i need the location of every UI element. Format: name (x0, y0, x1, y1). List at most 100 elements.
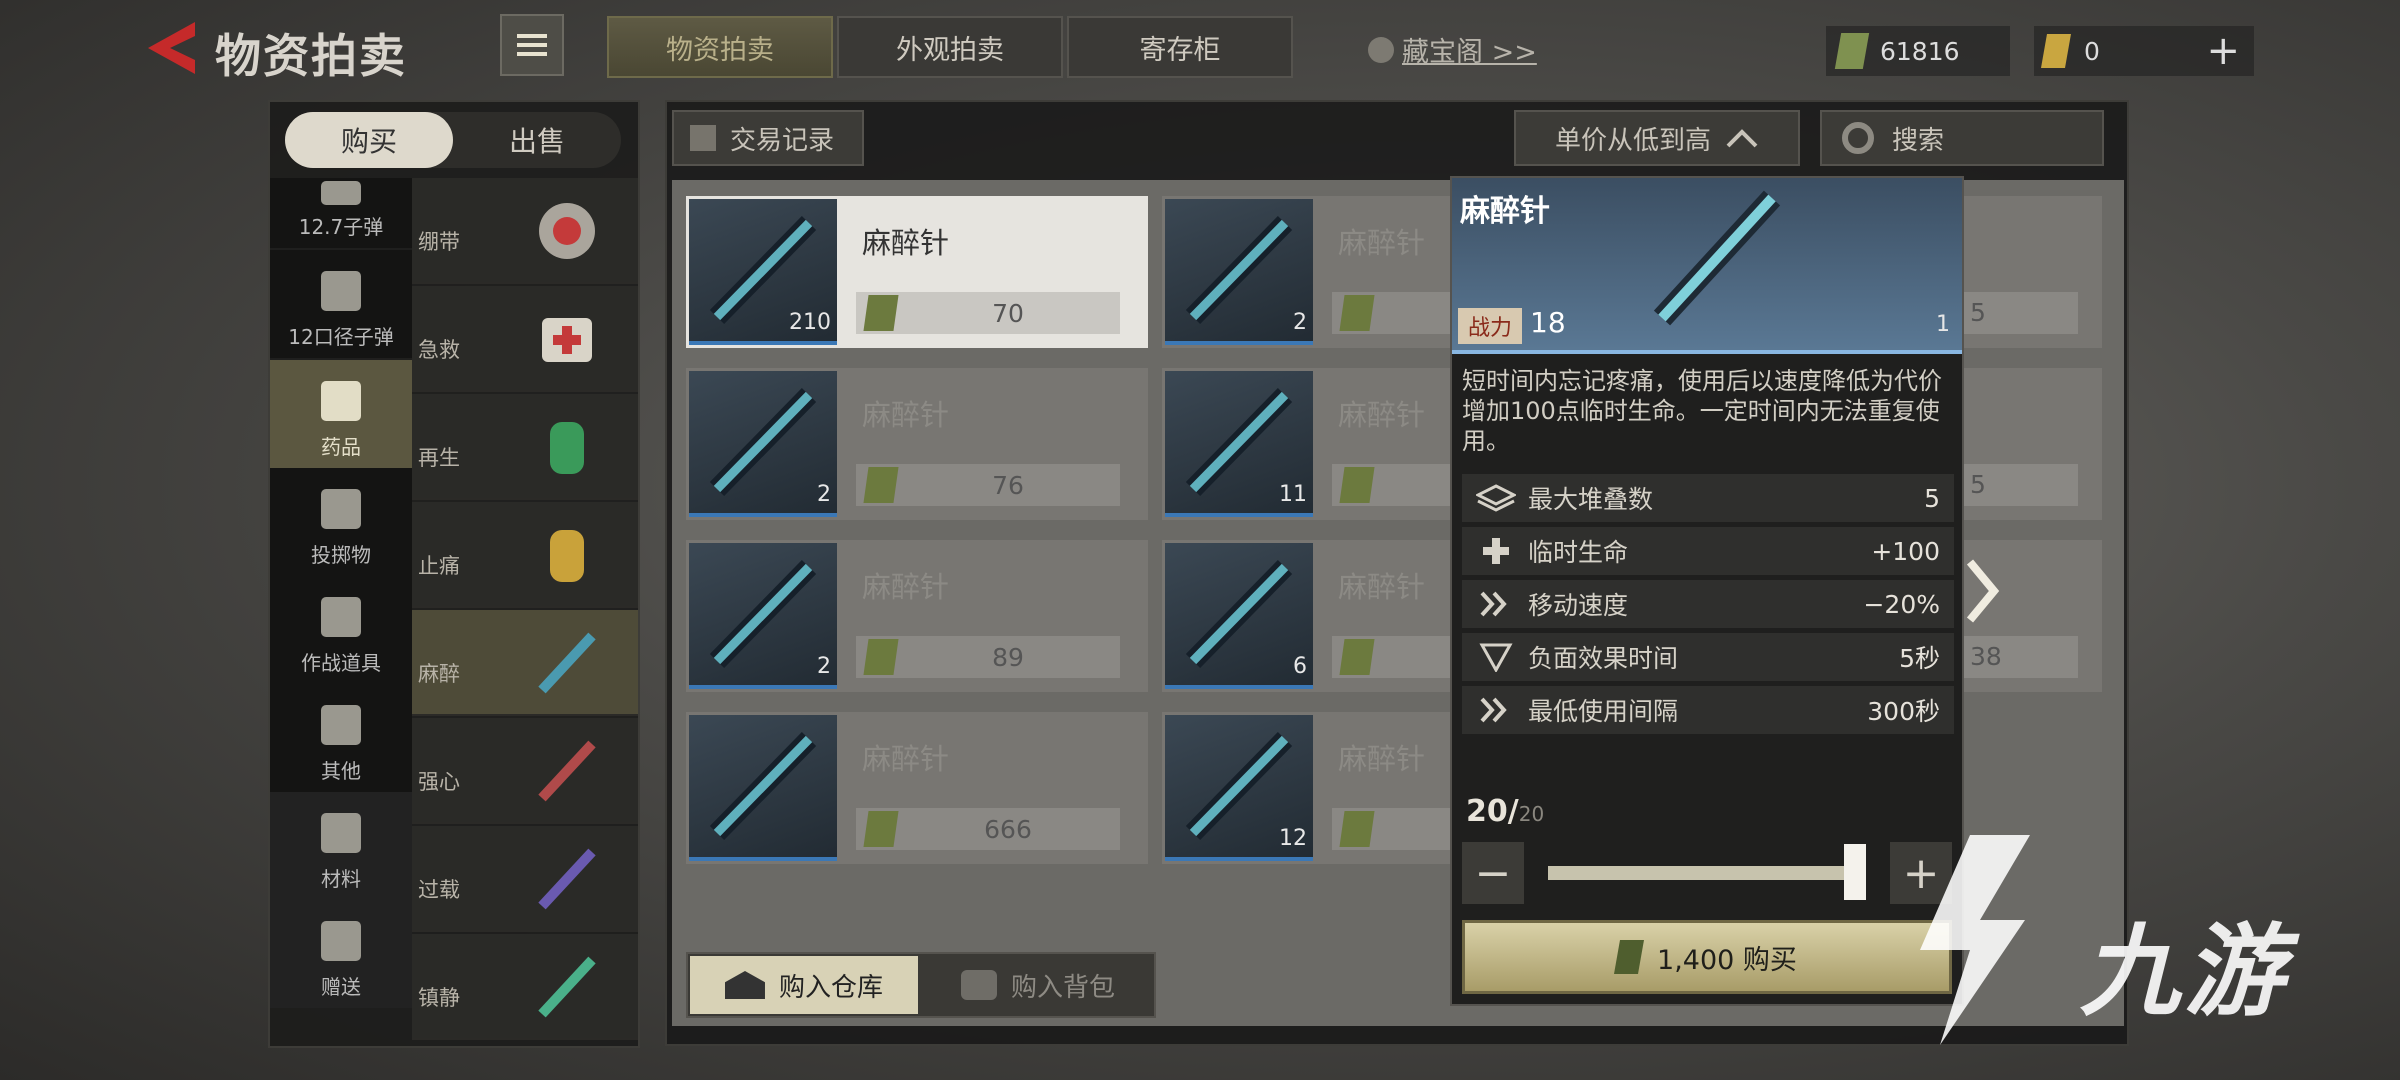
category-item[interactable]: 材料 (270, 792, 412, 900)
ammo-icon (321, 271, 361, 311)
listing-card[interactable]: 2 麻醉针 76 (686, 368, 1148, 520)
cash-icon (1339, 295, 1375, 331)
quantity-max: 20 (1518, 802, 1545, 826)
syringe-thumbnail: 210 (689, 199, 837, 345)
medkit-icon (321, 381, 361, 421)
buy-sell-toggle[interactable]: 购买 出售 (285, 112, 621, 168)
quantity-slider[interactable] (1548, 866, 1866, 880)
syringe-thumbnail: 12 (1165, 715, 1313, 861)
gold-amount: 0 (2084, 36, 2100, 66)
backpack-icon (960, 970, 997, 1000)
listing-card[interactable]: 2 麻醉针 89 (686, 540, 1148, 692)
category-item-selected[interactable]: 药品 (270, 360, 412, 468)
subcategory-label: 过载 (418, 878, 460, 902)
tab-material-auction[interactable]: 物资拍卖 (607, 16, 833, 78)
speed-icon (1480, 697, 1507, 723)
cash-icon (1614, 940, 1645, 974)
category-item[interactable]: 赠送 (270, 900, 412, 1008)
cash-icon (1339, 639, 1375, 675)
listing-card[interactable]: 麻醉针 666 (686, 712, 1148, 864)
listing-name: 麻醉针 (862, 398, 950, 432)
stat-row: 最低使用间隔 300秒 (1462, 686, 1954, 734)
syringe-thumbnail: 2 (689, 543, 837, 689)
listing-name: 麻醉针 (862, 570, 950, 604)
cash-icon (1339, 811, 1375, 847)
listing-price: 76 (992, 470, 1024, 500)
buy-button[interactable]: 1,400 购买 (1462, 920, 1952, 994)
quantity-value: 20/ (1466, 794, 1519, 829)
quantity-slider-handle[interactable] (1844, 844, 1866, 900)
category-item[interactable]: 其他 (270, 684, 412, 792)
back-arrow-icon[interactable] (140, 18, 210, 78)
treasure-link[interactable]: 藏宝阁 >> (1368, 30, 1537, 69)
stat-label: 最低使用间隔 (1528, 697, 1679, 726)
item-count: 1 (1936, 312, 1950, 337)
add-currency-button[interactable]: + (2206, 28, 2240, 74)
menu-button[interactable] (500, 14, 564, 76)
syringe-thumbnail: 6 (1165, 543, 1313, 689)
buy-tab[interactable]: 购买 (285, 112, 453, 168)
category-item[interactable]: 作战道具 (270, 576, 412, 684)
debuff-icon (1479, 643, 1513, 672)
subcategory-item[interactable]: 止痛 (412, 502, 638, 608)
watermark-logo-icon (1920, 835, 2030, 1045)
listing-name: 麻醉针 (862, 226, 950, 260)
stat-value: +100 (1871, 536, 1940, 566)
stack-count: 11 (1279, 482, 1307, 507)
buy-to-warehouse-button[interactable]: 购入仓库 (690, 956, 918, 1014)
category-label: 12口径子弹 (288, 325, 394, 349)
first-aid-icon (542, 318, 592, 362)
trade-record-label: 交易记录 (730, 125, 835, 156)
subcategory-item-selected[interactable]: 麻醉 (412, 610, 638, 716)
quantity-slider-fill (1548, 866, 1866, 880)
price-bar: 666 (856, 808, 1120, 850)
stack-count: 2 (817, 654, 831, 679)
subcategory-label: 强心 (418, 770, 460, 794)
gear-icon (321, 813, 361, 853)
listing-price: 666 (984, 814, 1032, 844)
regen-icon (550, 422, 584, 474)
category-label: 赠送 (321, 975, 361, 999)
gold-icon (2041, 34, 2071, 68)
power-value: 18 (1530, 306, 1566, 339)
buy-to-backpack-button[interactable]: 购入背包 (924, 956, 1152, 1014)
stat-value: 5 (1924, 483, 1940, 513)
category-item[interactable]: 12口径子弹 (270, 250, 412, 358)
partial-card[interactable]: 5 (1962, 196, 2102, 348)
list-icon (517, 34, 547, 56)
stat-row: 临时生命 +100 (1462, 527, 1954, 575)
subcategory-item[interactable]: 镇静 (412, 934, 638, 1040)
plus-icon (1483, 538, 1509, 564)
power-badge: 战力 (1458, 308, 1522, 344)
stat-row: 移动速度 −20% (1462, 580, 1954, 628)
buy-button-label: 1,400 购买 (1657, 944, 1797, 976)
listing-card[interactable]: 210 麻醉针 70 (686, 196, 1148, 348)
subcategory-item[interactable]: 绷带 (412, 178, 638, 284)
syringe-icon (709, 732, 817, 840)
sort-dropdown[interactable]: 单价从低到高 (1514, 110, 1800, 166)
category-label: 药品 (321, 435, 361, 459)
partial-price: 38 (1962, 636, 2078, 678)
partial-price: 5 (1962, 464, 2078, 506)
partial-card[interactable]: 5 (1962, 368, 2102, 520)
search-input[interactable]: 搜索 (1820, 110, 2104, 166)
category-label: 投掷物 (311, 543, 371, 567)
decrease-quantity-button[interactable]: − (1462, 842, 1524, 904)
category-label: 作战道具 (301, 651, 381, 675)
category-item[interactable]: 12.7子弹 (270, 178, 412, 248)
sell-tab[interactable]: 出售 (453, 112, 621, 168)
listing-price: 89 (992, 642, 1024, 672)
chevron-up-icon (1726, 129, 1758, 148)
subcategory-item[interactable]: 过载 (412, 826, 638, 932)
subcategory-item[interactable]: 强心 (412, 718, 638, 824)
subcategory-item[interactable]: 再生 (412, 394, 638, 500)
syringe-icon (538, 956, 596, 1018)
tab-appearance-auction[interactable]: 外观拍卖 (837, 16, 1063, 78)
subcategory-item[interactable]: 急救 (412, 286, 638, 392)
trade-record-button[interactable]: 交易记录 (672, 110, 864, 166)
tab-storage[interactable]: 寄存柜 (1067, 16, 1293, 78)
next-page-arrow-icon[interactable] (1962, 556, 2002, 626)
layers-icon (1476, 484, 1516, 512)
category-item[interactable]: 投掷物 (270, 468, 412, 576)
listing-name: 麻醉针 (862, 742, 950, 776)
